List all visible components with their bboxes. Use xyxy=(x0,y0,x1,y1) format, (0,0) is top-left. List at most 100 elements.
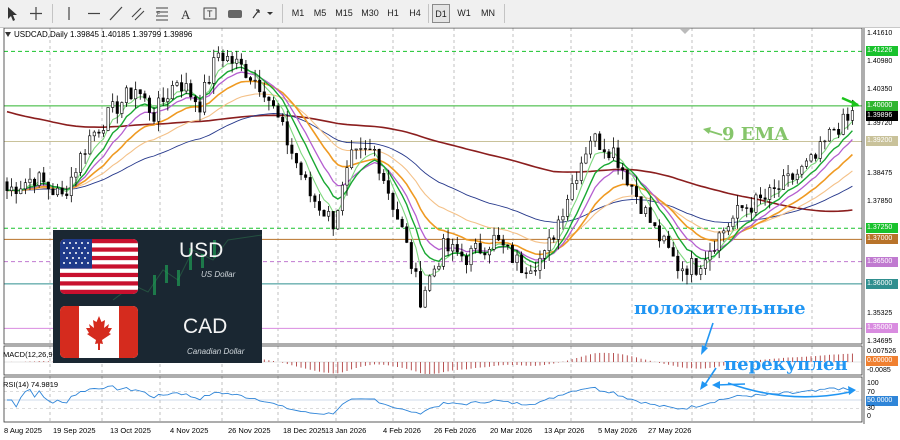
candle-body xyxy=(354,148,358,151)
candle-body xyxy=(239,58,243,65)
candle-body xyxy=(271,100,275,107)
price-axis-label: 1.35325 xyxy=(867,309,893,317)
price-axis-label: 1.40000 xyxy=(866,100,898,111)
candle-body xyxy=(441,238,445,267)
candle-body xyxy=(97,131,101,134)
timeframe-h4[interactable]: H4 xyxy=(406,4,424,23)
usd-code: USD xyxy=(179,239,224,262)
candle-body xyxy=(533,270,537,272)
candle-body xyxy=(763,197,767,200)
candle-body xyxy=(170,85,174,100)
candle-body xyxy=(625,169,629,186)
timeframe-m5[interactable]: M5 xyxy=(310,4,330,23)
price-axis-label: 1.41610 xyxy=(867,30,893,38)
candle-body xyxy=(621,167,625,171)
candle-body xyxy=(79,153,83,173)
date-axis-label: 5 May 2026 xyxy=(598,426,638,435)
candle-body xyxy=(630,184,634,187)
timeframe-m30[interactable]: M30 xyxy=(358,4,382,23)
candle-body xyxy=(437,266,441,270)
candle-body xyxy=(777,188,781,190)
fibonacci-icon[interactable]: F xyxy=(154,4,170,23)
horizontal-line-icon[interactable] xyxy=(86,4,102,23)
candle-body xyxy=(414,268,418,272)
timeframe-m15[interactable]: M15 xyxy=(332,4,356,23)
candle-body xyxy=(699,268,703,275)
timeframe-h1[interactable]: H1 xyxy=(384,4,402,23)
text-tool-icon[interactable]: A xyxy=(178,4,194,23)
toolbar: F A T M1 M5 M15 M30 H1 H4 D1 W1 MN xyxy=(0,0,900,28)
overbought-arrow-right xyxy=(727,382,851,398)
candle-body xyxy=(226,56,230,62)
candle-body xyxy=(69,176,73,196)
candle-body xyxy=(166,98,170,102)
timeframe-mn[interactable]: MN xyxy=(477,4,499,23)
trendline-icon[interactable] xyxy=(108,4,124,23)
candle-body xyxy=(804,160,808,167)
candle-body xyxy=(795,173,799,180)
candle-body xyxy=(350,149,354,168)
price-axis-label: 1.39200 xyxy=(866,136,898,147)
usd-name: US Dollar xyxy=(201,270,236,279)
macd-axis-zero: 0.00000 xyxy=(866,356,898,366)
date-axis-label: 26 Nov 2025 xyxy=(228,426,271,435)
candle-body xyxy=(611,147,615,159)
candle-body xyxy=(667,235,671,248)
candle-body xyxy=(506,244,510,247)
candle-body xyxy=(749,207,753,213)
rectangle-icon[interactable] xyxy=(226,4,244,23)
candle-body xyxy=(786,173,790,177)
candle-body xyxy=(19,188,23,195)
overbought-arrowhead-right xyxy=(848,386,856,395)
candle-body xyxy=(267,96,271,101)
date-axis-label: 19 Sep 2025 xyxy=(53,426,96,435)
date-axis-label: 13 Oct 2025 xyxy=(110,426,151,435)
rsi-axis-0: 0 xyxy=(867,413,871,420)
candle-body xyxy=(60,187,64,195)
candle-body xyxy=(138,89,142,95)
candle-body xyxy=(180,82,184,92)
candle-body xyxy=(478,243,482,254)
candle-body xyxy=(152,112,156,122)
candle-body xyxy=(124,87,128,103)
cursor-icon[interactable] xyxy=(4,4,20,23)
candle-body xyxy=(676,255,680,272)
date-axis-label: 20 Mar 2026 xyxy=(490,426,533,435)
candle-body xyxy=(570,183,574,200)
candle-body xyxy=(584,153,588,164)
crosshair-icon[interactable] xyxy=(28,4,44,23)
candle-body xyxy=(556,219,560,240)
candle-body xyxy=(377,149,381,174)
candle-body xyxy=(722,230,726,234)
candle-body xyxy=(327,211,331,217)
timeframe-d1[interactable]: D1 xyxy=(432,4,450,23)
candle-body xyxy=(10,186,14,191)
candle-body xyxy=(101,130,105,134)
vertical-line-icon[interactable] xyxy=(62,4,76,23)
candle-body xyxy=(593,133,597,142)
candle-body xyxy=(740,205,744,208)
candle-body xyxy=(129,87,133,100)
candle-body xyxy=(368,148,372,151)
candle-body xyxy=(510,245,514,263)
candle-body xyxy=(708,251,712,261)
text-label-icon[interactable]: T xyxy=(202,4,218,23)
shift-marker-icon xyxy=(680,29,690,34)
overbought-annotation: перекуплен xyxy=(724,354,848,375)
candle-body xyxy=(809,154,813,162)
timeframe-m1[interactable]: M1 xyxy=(288,4,308,23)
price-axis-label: 1.36500 xyxy=(866,256,898,267)
symbol-collapse-icon[interactable] xyxy=(5,32,11,38)
candle-body xyxy=(832,129,836,131)
ema-annotation: 9 EMA xyxy=(722,124,789,145)
candle-body xyxy=(561,216,565,221)
arrows-dropdown-icon[interactable] xyxy=(250,4,274,23)
channel-icon[interactable] xyxy=(130,4,146,23)
candle-body xyxy=(216,52,220,58)
timeframe-w1[interactable]: W1 xyxy=(454,4,474,23)
candle-body xyxy=(88,135,92,155)
candle-body xyxy=(464,255,468,266)
canada-flag-icon xyxy=(60,306,138,358)
candle-body xyxy=(285,121,289,146)
candle-body xyxy=(529,270,533,274)
